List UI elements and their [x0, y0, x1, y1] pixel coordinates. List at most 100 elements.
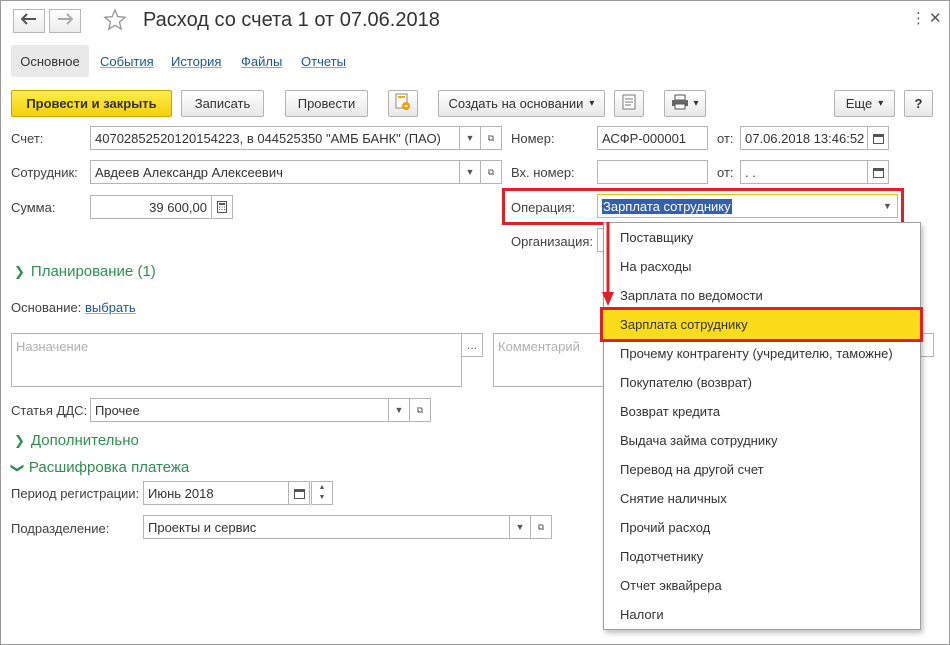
number-field[interactable]: АСФР-000001 [597, 126, 708, 150]
period-field[interactable]: Июнь 2018 [143, 481, 289, 505]
chevron-down-icon[interactable]: ▼ [509, 515, 531, 539]
operation-field[interactable]: Зарплата сотруднику [597, 194, 898, 218]
employee-label: Сотрудник: [11, 165, 78, 180]
operation-value: Зарплата сотруднику [602, 198, 732, 214]
planning-section-title: Планирование (1) [30, 263, 156, 280]
operation-option[interactable]: Налоги [620, 607, 664, 622]
back-button[interactable] [13, 9, 45, 33]
structure-button[interactable] [388, 90, 418, 117]
open-icon[interactable]: ⧉ [409, 398, 431, 422]
operation-option[interactable]: Отчет эквайрера [620, 578, 722, 593]
chevron-down-icon[interactable]: ▼ [459, 160, 481, 184]
chevron-right-icon: ❯ [14, 433, 25, 448]
close-icon[interactable]: ✕ [929, 9, 942, 27]
division-label: Подразделение: [11, 521, 110, 536]
operation-option[interactable]: Подотчетнику [620, 549, 703, 564]
save-button[interactable]: Записать [181, 90, 264, 117]
open-icon[interactable]: ⧉ [480, 126, 502, 150]
create-based-on-label: Создать на основании [448, 96, 584, 111]
incoming-number-label: Вх. номер: [511, 165, 575, 180]
operation-option[interactable]: Зарплата по ведомости [620, 288, 763, 303]
chevron-down-icon[interactable]: ▼ [883, 201, 892, 211]
tab-reports[interactable]: Отчеты [301, 54, 346, 69]
tab-events[interactable]: События [100, 54, 154, 69]
more-menu-icon[interactable]: ⋮ [911, 9, 926, 27]
chevron-down-icon: ▾ [693, 98, 699, 109]
employee-field[interactable]: Авдеев Александр Алексеевич [90, 160, 460, 184]
sum-field[interactable]: 39 600,00 [90, 195, 212, 219]
operation-option[interactable]: Выдача займа сотруднику [620, 433, 777, 448]
forward-button[interactable] [49, 9, 81, 33]
additional-section[interactable]: ❯ Дополнительно [14, 432, 139, 449]
planning-section[interactable]: ❯ Планирование (1) [14, 263, 156, 280]
incoming-number-field[interactable] [597, 160, 708, 184]
chevron-right-icon: ❯ [14, 264, 25, 279]
operation-label: Операция: [511, 200, 576, 215]
post-and-close-button[interactable]: Провести и закрыть [11, 90, 172, 117]
incoming-date-field[interactable]: . . [740, 160, 868, 184]
annotation-arrow-icon [602, 222, 614, 306]
tab-files[interactable]: Файлы [241, 54, 282, 69]
operation-option[interactable]: Снятие наличных [620, 491, 727, 506]
organization-label: Организация: [511, 234, 594, 249]
chevron-down-icon[interactable]: ▼ [388, 398, 410, 422]
comment-textarea[interactable]: Комментарий [493, 333, 605, 387]
document-icon [622, 94, 636, 113]
period-label: Период регистрации: [11, 486, 140, 501]
operation-option[interactable]: Покупателю (возврат) [620, 375, 752, 390]
basis-label: Основание: [11, 300, 82, 315]
calendar-icon[interactable] [867, 126, 889, 150]
operation-option-selected[interactable]: Зарплата сотруднику [620, 317, 748, 332]
spinner-down-icon[interactable]: ▼ [319, 493, 326, 503]
tab-history[interactable]: История [171, 54, 221, 69]
purpose-textarea[interactable]: Назначение [11, 333, 462, 387]
calendar-icon[interactable] [288, 481, 310, 505]
operation-dropdown-list[interactable] [603, 222, 921, 630]
printer-icon [671, 94, 689, 113]
account-label: Счет: [11, 131, 44, 146]
operation-option[interactable]: Перевод на другой счет [620, 462, 764, 477]
more-label: Еще [845, 96, 873, 111]
chevron-down-icon: ▾ [589, 98, 595, 109]
spinner-up-icon[interactable]: ▲ [319, 483, 326, 493]
operation-option[interactable]: Возврат кредита [620, 404, 720, 419]
document-journal-button[interactable] [614, 90, 644, 117]
basis-select-link[interactable]: выбрать [85, 300, 136, 315]
page-title: Расход со счета 1 от 07.06.2018 [143, 9, 440, 31]
chevron-down-icon: ▾ [878, 98, 884, 109]
more-button[interactable]: Еще ▾ [834, 90, 895, 117]
post-button[interactable]: Провести [285, 90, 368, 117]
operation-option[interactable]: Поставщику [620, 230, 693, 245]
number-label: Номер: [511, 131, 555, 146]
date-field[interactable]: 07.06.2018 13:46:52 [740, 126, 868, 150]
additional-section-title: Дополнительно [30, 432, 139, 449]
operation-option[interactable]: На расходы [620, 259, 691, 274]
period-spinner[interactable]: ▲ ▼ [311, 481, 333, 505]
create-based-on-button[interactable]: Создать на основании ▾ [438, 90, 605, 117]
account-field[interactable]: 40702852520120154223, в 044525350 "АМБ Б… [90, 126, 460, 150]
division-field[interactable]: Проекты и сервис [143, 515, 510, 539]
tab-main[interactable]: Основное [11, 45, 89, 77]
chevron-down-icon[interactable]: ▼ [459, 126, 481, 150]
payment-breakdown-section[interactable]: ❯ Расшифровка платежа [10, 459, 190, 476]
arrow-left-icon [20, 12, 37, 30]
open-icon[interactable]: ⧉ [530, 515, 552, 539]
purpose-select-button[interactable]: ... [461, 333, 483, 357]
print-button[interactable]: ▾ [664, 90, 706, 117]
dds-field[interactable]: Прочее [90, 398, 389, 422]
help-button[interactable]: ? [904, 90, 933, 117]
chevron-down-icon: ❯ [10, 462, 26, 474]
sum-label: Сумма: [11, 200, 56, 215]
document-structure-icon [395, 93, 411, 114]
dds-label: Статья ДДС: [11, 403, 88, 418]
operation-option[interactable]: Прочему контрагенту (учредителю, таможне… [620, 346, 893, 361]
incoming-date-label: от: [717, 165, 734, 180]
calculator-icon[interactable] [211, 195, 233, 219]
calendar-icon[interactable] [867, 160, 889, 184]
arrow-right-icon [57, 12, 74, 30]
favorite-star-icon[interactable] [103, 8, 127, 35]
date-label: от: [717, 131, 734, 146]
payment-breakdown-section-title: Расшифровка платежа [28, 459, 190, 476]
open-icon[interactable]: ⧉ [480, 160, 502, 184]
operation-option[interactable]: Прочий расход [620, 520, 710, 535]
